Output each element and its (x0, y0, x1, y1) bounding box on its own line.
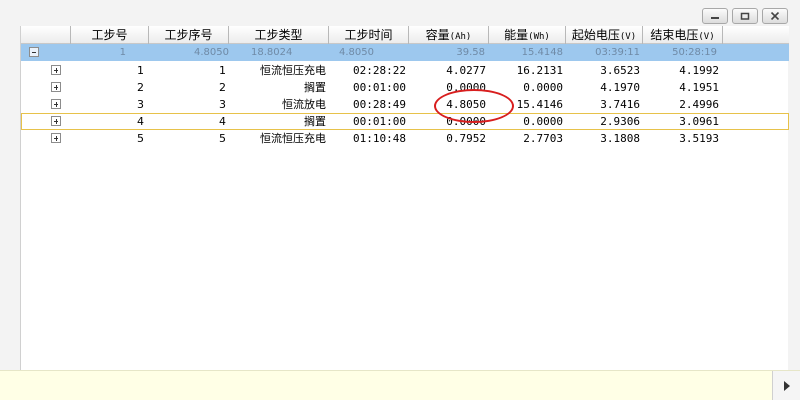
title-bar (0, 0, 800, 26)
summary-cell: 4.8050 (194, 47, 229, 58)
step-no-cell: 3 (137, 98, 144, 111)
expand-icon[interactable] (51, 99, 61, 109)
end-voltage-cell: 3.5193 (679, 132, 719, 145)
header-step-seq[interactable]: 工步序号 (149, 26, 229, 44)
end-voltage-cell: 4.1951 (679, 81, 719, 94)
expand-icon[interactable] (51, 65, 61, 75)
header-label: 工步号 (91, 28, 128, 42)
start-voltage-cell: 3.7416 (600, 98, 640, 111)
restore-icon (740, 12, 750, 20)
energy-cell: 2.7703 (523, 132, 563, 145)
window-controls (702, 8, 788, 24)
table-row[interactable]: 2 2 搁置 00:01:00 0.0000 0.0000 4.1970 4.1… (21, 79, 789, 96)
start-voltage-cell: 3.6523 (600, 64, 640, 77)
header-unit: (Wh) (528, 32, 550, 42)
step-time-cell: 02:28:22 (353, 64, 406, 77)
restore-button[interactable] (732, 8, 758, 24)
close-icon (770, 12, 780, 20)
header-capacity[interactable]: 容量(Ah) (409, 26, 489, 44)
header-label: 工步时间 (344, 28, 393, 42)
summary-cell: 4.8050 (339, 47, 374, 58)
header-energy[interactable]: 能量(Wh) (489, 26, 566, 44)
step-seq-cell: 1 (219, 64, 226, 77)
header-label: 工步序号 (164, 28, 213, 42)
step-time-cell: 00:28:49 (353, 98, 406, 111)
minimize-icon (711, 17, 719, 19)
step-no-cell: 2 (137, 81, 144, 94)
summary-cell: 1 (119, 47, 126, 58)
step-seq-cell: 4 (219, 115, 226, 128)
header-step-no[interactable]: 工步号 (71, 26, 149, 44)
step-type-cell: 恒流恒压充电 (260, 132, 326, 145)
end-voltage-cell: 2.4996 (679, 98, 719, 111)
step-no-cell: 4 (137, 115, 144, 128)
step-type-cell: 搁置 (304, 115, 326, 128)
close-button[interactable] (762, 8, 788, 24)
header-unit: (V) (698, 32, 715, 42)
step-no-cell: 5 (137, 132, 144, 145)
start-voltage-cell: 4.1970 (600, 81, 640, 94)
header-step-type[interactable]: 工步类型 (229, 26, 329, 44)
step-type-cell: 恒流放电 (282, 98, 326, 111)
table-row[interactable]: 5 5 恒流恒压充电 01:10:48 0.7952 2.7703 3.1808… (21, 130, 789, 147)
header-start-voltage[interactable]: 起始电压(V) (566, 26, 643, 44)
header-label: 结束电压 (650, 28, 699, 42)
step-type-cell: 恒流恒压充电 (260, 64, 326, 77)
summary-cell: 03:39:11 (595, 47, 640, 58)
end-voltage-cell: 3.0961 (679, 115, 719, 128)
header-end-voltage[interactable]: 结束电压(V) (643, 26, 723, 44)
step-time-cell: 00:01:00 (353, 115, 406, 128)
header-unit: (Ah) (449, 32, 472, 42)
capacity-cell: 4.0277 (446, 64, 486, 77)
header-expander-column (21, 26, 71, 44)
table-header: 工步号 工步序号 工步类型 工步时间 容量(Ah) 能量(Wh) 起始电压(V)… (21, 26, 789, 44)
summary-row[interactable]: 1 4.8050 18.8024 4.8050 39.58 15.4148 03… (21, 44, 789, 61)
arrow-right-icon (783, 381, 790, 391)
summary-cell: 50:28:19 (672, 47, 717, 58)
summary-cell: 39.58 (456, 47, 485, 58)
header-unit: (V) (619, 32, 637, 42)
step-time-cell: 00:01:00 (353, 81, 406, 94)
status-bar (0, 370, 800, 400)
step-time-cell: 01:10:48 (353, 132, 406, 145)
start-voltage-cell: 3.1808 (600, 132, 640, 145)
end-voltage-cell: 4.1992 (679, 64, 719, 77)
expand-icon[interactable] (51, 133, 61, 143)
expand-icon[interactable] (51, 116, 61, 126)
capacity-cell: 0.7952 (446, 132, 486, 145)
header-step-time[interactable]: 工步时间 (329, 26, 409, 44)
expand-icon[interactable] (51, 82, 61, 92)
step-seq-cell: 5 (219, 132, 226, 145)
header-label: 能量 (504, 28, 529, 42)
step-seq-cell: 3 (219, 98, 226, 111)
collapse-icon[interactable] (29, 47, 39, 57)
minimize-button[interactable] (702, 8, 728, 24)
step-type-cell: 搁置 (304, 81, 326, 94)
table-row[interactable]: 3 3 恒流放电 00:28:49 4.8050 15.4146 3.7416 … (21, 96, 789, 113)
header-label: 容量 (425, 28, 450, 42)
energy-cell: 16.2131 (516, 64, 563, 77)
header-label: 工步类型 (254, 28, 303, 42)
summary-cell: 18.8024 (251, 47, 293, 58)
highlight-circle-annotation (434, 89, 514, 123)
table-row-selected[interactable]: 4 4 搁置 00:01:00 0.0000 0.0000 2.9306 3.0… (21, 113, 789, 130)
step-no-cell: 1 (137, 64, 144, 77)
table-row[interactable]: 1 1 恒流恒压充电 02:28:22 4.0277 16.2131 3.652… (21, 62, 789, 79)
header-label: 起始电压 (571, 28, 620, 42)
step-seq-cell: 2 (219, 81, 226, 94)
scroll-right-button[interactable] (772, 371, 800, 400)
summary-cell: 15.4148 (521, 47, 563, 58)
start-voltage-cell: 2.9306 (600, 115, 640, 128)
step-table: 工步号 工步序号 工步类型 工步时间 容量(Ah) 能量(Wh) 起始电压(V)… (20, 26, 789, 370)
app-window: 工步号 工步序号 工步类型 工步时间 容量(Ah) 能量(Wh) 起始电压(V)… (0, 0, 800, 400)
